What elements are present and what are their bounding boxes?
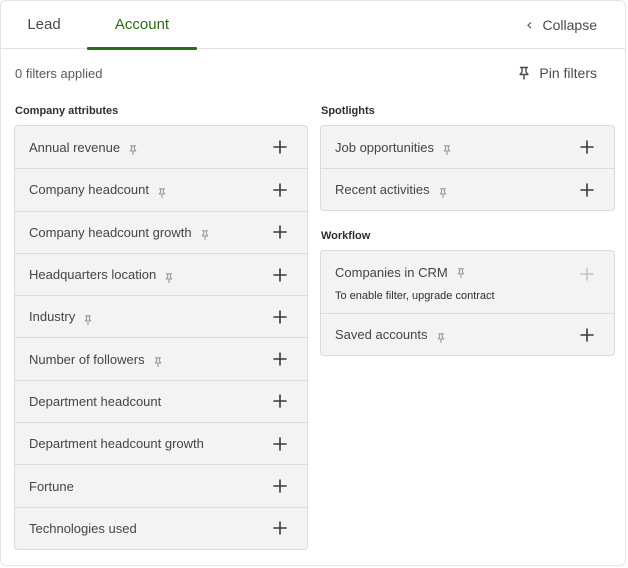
- tab-account-label: Account: [114, 16, 170, 33]
- filter-label: Company headcount growth: [29, 224, 192, 240]
- collapse-button[interactable]: ‹ Collapse: [526, 15, 597, 35]
- filter-label: Department headcount: [29, 393, 162, 409]
- plus-icon[interactable]: [578, 138, 596, 156]
- filter-label: Industry: [29, 309, 76, 325]
- filter-label: Job opportunities: [335, 139, 435, 155]
- plus-icon[interactable]: [271, 138, 289, 156]
- filter-row-company-headcount[interactable]: Company headcount: [15, 168, 307, 210]
- pin-icon[interactable]: [153, 354, 163, 368]
- upgrade-note: To enable filter, upgrade contract: [335, 290, 495, 302]
- filter-row-fortune[interactable]: Fortune: [15, 464, 307, 506]
- tab-lead[interactable]: Lead: [1, 1, 87, 49]
- plus-icon[interactable]: [271, 308, 289, 326]
- company-attributes-list: Annual revenue Company headcount Company h…: [14, 125, 308, 550]
- filter-label: Company headcount: [29, 182, 149, 198]
- section-title-workflow: Workflow: [321, 230, 371, 242]
- pin-icon[interactable]: [456, 265, 466, 279]
- filter-row-job-opportunities[interactable]: Job opportunities: [321, 126, 614, 168]
- plus-icon[interactable]: [271, 181, 289, 199]
- plus-icon[interactable]: [271, 519, 289, 537]
- pin-icon[interactable]: [83, 312, 93, 325]
- section-title-company-attributes: Company attributes: [15, 105, 119, 117]
- pin-icon[interactable]: [164, 270, 174, 283]
- plus-icon: [578, 265, 596, 283]
- pin-filters-button[interactable]: Pin filters: [517, 65, 597, 81]
- spotlights-list: Job opportunities Recent activities: [320, 125, 615, 211]
- filter-row-recent-activities[interactable]: Recent activities: [321, 168, 614, 210]
- plus-icon[interactable]: [578, 326, 596, 344]
- pin-icon[interactable]: [157, 185, 167, 199]
- filter-label: Technologies used: [29, 520, 137, 536]
- plus-icon[interactable]: [271, 392, 289, 410]
- filter-label: Annual revenue: [29, 139, 121, 155]
- plus-icon[interactable]: [271, 266, 289, 284]
- section-title-spotlights: Spotlights: [321, 105, 375, 117]
- filter-label: Number of followers: [29, 351, 145, 367]
- filter-row-saved-accounts[interactable]: Saved accounts: [321, 313, 614, 355]
- chevron-left-icon: ‹: [526, 15, 533, 34]
- filter-label: Department headcount growth: [29, 436, 204, 452]
- filter-label: Fortune: [29, 478, 74, 494]
- filter-row-company-headcount-growth[interactable]: Company headcount growth: [15, 210, 307, 253]
- pin-icon[interactable]: [438, 185, 448, 198]
- plus-icon[interactable]: [271, 350, 289, 368]
- filter-label: Headquarters location: [29, 267, 157, 283]
- filter-row-industry[interactable]: Industry: [15, 295, 307, 337]
- filter-panel: Lead Account ‹ Collapse 0 filters applie…: [0, 0, 626, 566]
- pin-icon: [519, 66, 530, 80]
- pin-filters-label: Pin filters: [539, 65, 597, 81]
- filter-row-department-headcount-growth[interactable]: Department headcount growth: [15, 422, 307, 464]
- tab-lead-label: Lead: [27, 16, 61, 33]
- plus-icon[interactable]: [271, 477, 289, 495]
- pin-icon[interactable]: [200, 227, 210, 241]
- pin-icon[interactable]: [436, 330, 446, 343]
- active-tab-indicator: [87, 47, 197, 50]
- filter-row-headquarters-location[interactable]: Headquarters location: [15, 252, 307, 295]
- filter-label: Companies in CRM: [335, 265, 448, 280]
- filter-label: Recent activities: [335, 182, 430, 197]
- tab-account[interactable]: Account: [87, 1, 197, 50]
- tab-bar: Lead Account ‹ Collapse: [1, 1, 625, 50]
- filter-row-companies-in-crm: Companies in CRM To enable filter, upgrad…: [321, 251, 614, 313]
- filter-label: Saved accounts: [335, 327, 428, 342]
- plus-icon[interactable]: [578, 181, 596, 199]
- filter-row-number-of-followers[interactable]: Number of followers: [15, 337, 307, 379]
- filter-row-technologies-used[interactable]: Technologies used: [15, 506, 307, 549]
- collapse-label: Collapse: [542, 17, 597, 33]
- workflow-list: Companies in CRM To enable filter, upgrad…: [320, 250, 615, 356]
- filter-row-annual-revenue[interactable]: Annual revenue: [15, 126, 307, 168]
- pin-icon[interactable]: [128, 142, 138, 156]
- pin-icon[interactable]: [442, 142, 452, 156]
- plus-icon[interactable]: [271, 435, 289, 453]
- filter-row-department-headcount[interactable]: Department headcount: [15, 379, 307, 422]
- filters-applied-count: 0 filters applied: [15, 66, 103, 81]
- plus-icon[interactable]: [271, 223, 289, 241]
